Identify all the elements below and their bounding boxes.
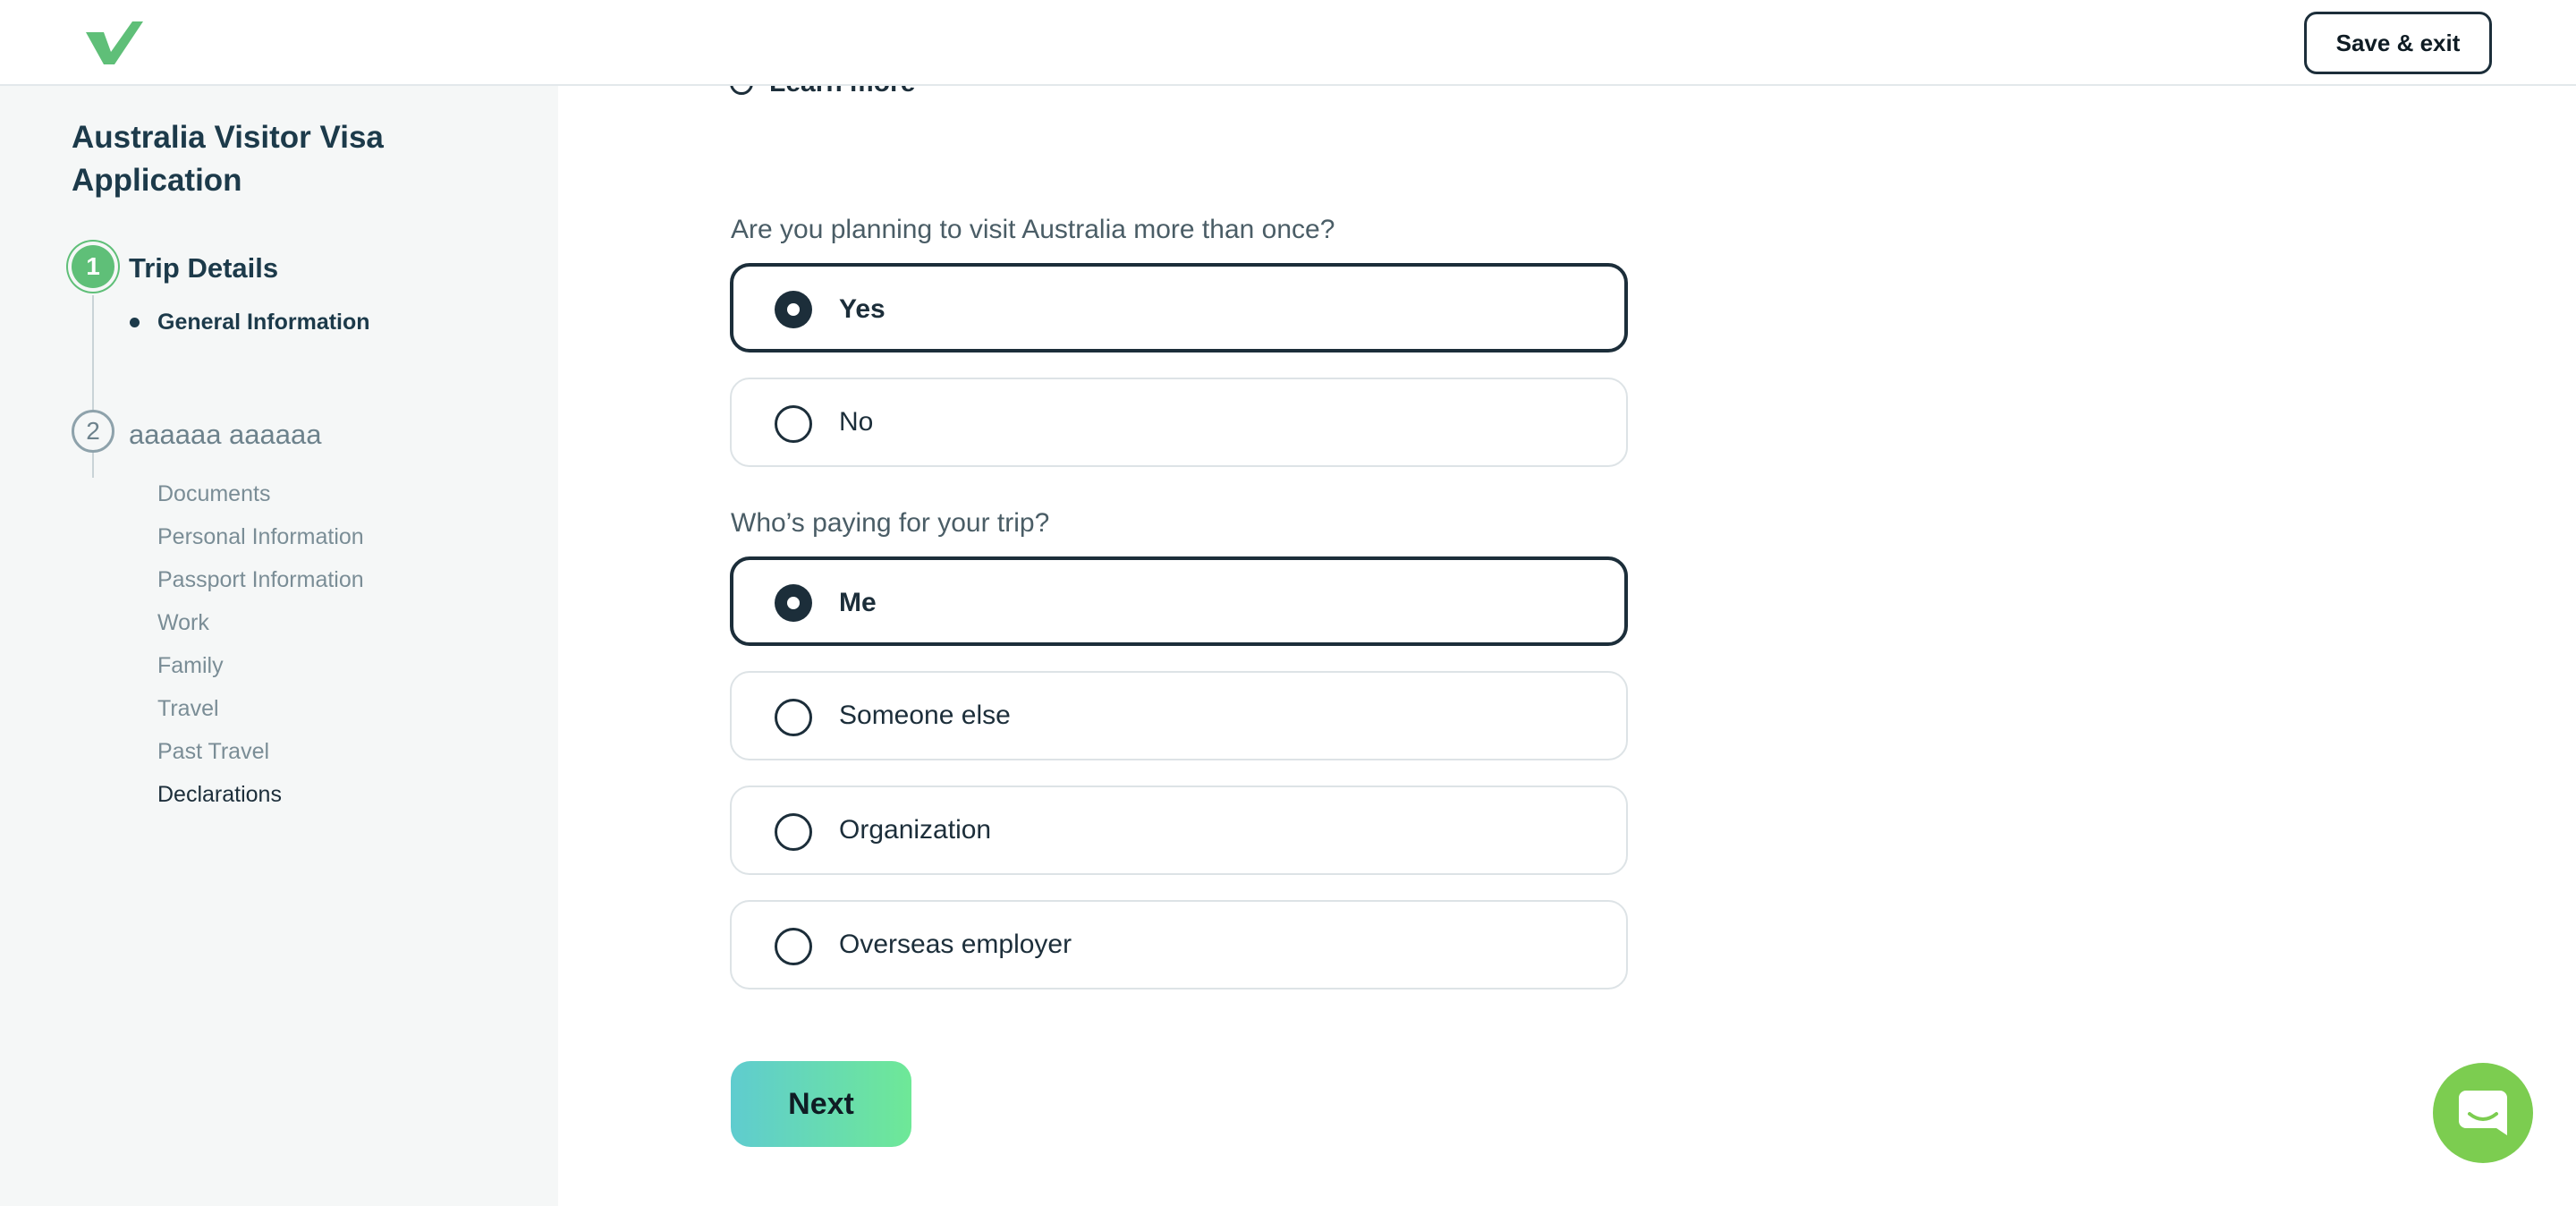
- option-label: Someone else: [839, 701, 1011, 730]
- substep-travel[interactable]: Travel: [157, 687, 364, 730]
- step-1-label[interactable]: Trip Details: [129, 252, 278, 285]
- radio-empty-icon: [775, 928, 812, 965]
- option-label: Me: [839, 588, 877, 617]
- option-label: No: [839, 407, 874, 437]
- step-2-substep-list: Documents Personal Information Passport …: [157, 472, 364, 816]
- radio-selected-icon: [775, 584, 812, 622]
- substep-documents[interactable]: Documents: [157, 472, 364, 515]
- substep-general-information[interactable]: General Information: [157, 310, 370, 335]
- question-who-is-paying: Who’s paying for your trip?: [731, 508, 1050, 538]
- active-substep-bullet: [130, 318, 140, 327]
- option-overseas-employer[interactable]: Overseas employer: [730, 900, 1628, 989]
- option-me[interactable]: Me: [730, 556, 1628, 646]
- substep-passport-information[interactable]: Passport Information: [157, 558, 364, 601]
- option-label: Organization: [839, 815, 992, 845]
- radio-empty-icon: [775, 405, 812, 443]
- radio-empty-icon: [775, 813, 812, 851]
- option-label: Yes: [839, 294, 886, 324]
- main-content: Learn more Are you planning to visit Aus…: [558, 68, 2576, 1206]
- substep-family[interactable]: Family: [157, 644, 364, 687]
- substep-personal-information[interactable]: Personal Information: [157, 515, 364, 558]
- app-title: Australia Visitor Visa Application: [72, 120, 384, 198]
- option-someone-else[interactable]: Someone else: [730, 671, 1628, 760]
- radio-selected-icon: [775, 291, 812, 328]
- substep-work[interactable]: Work: [157, 601, 364, 644]
- option-yes[interactable]: Yes: [730, 263, 1628, 352]
- sidebar: Australia Visitor Visa Application 1 Tri…: [0, 86, 558, 1206]
- step-2-number: 2: [72, 410, 114, 453]
- option-organization[interactable]: Organization: [730, 786, 1628, 875]
- top-bar: Save & exit: [0, 0, 2576, 86]
- chat-launcher-button[interactable]: [2433, 1063, 2533, 1163]
- checkmark-logo-icon[interactable]: [84, 20, 145, 66]
- save-exit-button[interactable]: Save & exit: [2304, 12, 2492, 74]
- step-2-label[interactable]: aaaaaa aaaaaa: [129, 419, 322, 451]
- substep-declarations[interactable]: Declarations: [157, 773, 364, 816]
- option-label: Overseas employer: [839, 930, 1072, 959]
- option-no[interactable]: No: [730, 378, 1628, 467]
- chat-bubble-icon: [2459, 1091, 2507, 1135]
- next-button[interactable]: Next: [731, 1061, 911, 1147]
- substep-past-travel[interactable]: Past Travel: [157, 730, 364, 773]
- question-visit-more-than-once: Are you planning to visit Australia more…: [731, 215, 1335, 244]
- step-1-number: 1: [72, 245, 114, 288]
- radio-empty-icon: [775, 699, 812, 736]
